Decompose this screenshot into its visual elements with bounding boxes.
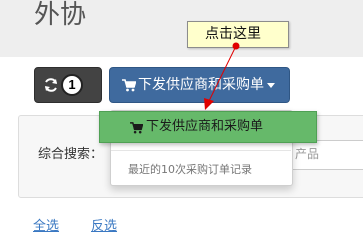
- refresh-button[interactable]: 1: [34, 67, 102, 103]
- main-button-label: 下发供应商和采购单: [138, 77, 264, 93]
- select-all-link[interactable]: 全选: [33, 219, 59, 235]
- search-placeholder: 产品: [295, 147, 320, 161]
- refresh-icon: [45, 78, 57, 92]
- menu-item-recent-po-records[interactable]: 最近的10次采购订单记录: [128, 163, 252, 177]
- menu-item-label: 下发供应商和采购单: [146, 119, 264, 134]
- step-badge: 1: [61, 74, 83, 96]
- caret-down-icon: [267, 83, 275, 88]
- menu-item-issue-supplier-po[interactable]: 下发供应商和采购单: [99, 111, 317, 143]
- invert-selection-link[interactable]: 反选: [91, 219, 117, 235]
- cart-icon: [122, 79, 136, 92]
- page-title: 外协: [34, 0, 87, 30]
- issue-supplier-po-dropdown-button[interactable]: 下发供应商和采购单: [109, 67, 290, 103]
- callout-text: 点击这里: [205, 26, 261, 42]
- search-label: 综合搜索：: [38, 147, 104, 162]
- cart-icon: [130, 122, 143, 134]
- menu-divider: [111, 150, 291, 151]
